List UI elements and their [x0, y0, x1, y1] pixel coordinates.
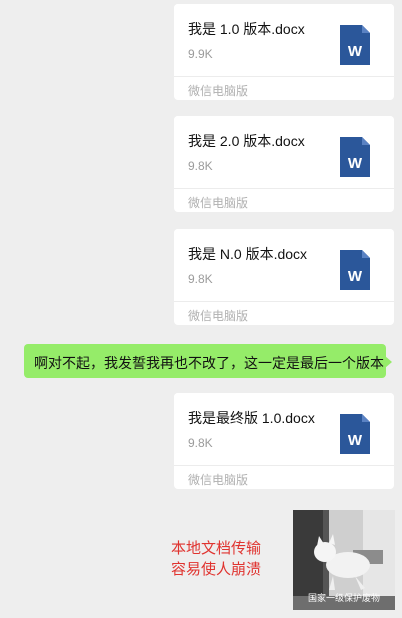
- caption-line-2: 容易使人崩溃: [170, 561, 261, 578]
- caption-line-1: 本地文档传输: [170, 540, 261, 557]
- divider: [174, 301, 394, 302]
- file-message[interactable]: 我是 1.0 版本.docx 9.9K W 微信电脑版: [174, 4, 394, 100]
- file-size: 9.8K: [188, 436, 213, 450]
- word-icon: W: [340, 137, 370, 177]
- file-name: 我是 1.0 版本.docx: [188, 21, 305, 37]
- file-source: 微信电脑版: [188, 309, 249, 323]
- text-message-bubble[interactable]: 啊对不起，我发誓我再也不改了，这一定是最后一个版本: [24, 344, 392, 378]
- svg-text:W: W: [348, 43, 363, 60]
- file-source: 微信电脑版: [188, 473, 249, 487]
- bubble-tail: [385, 356, 392, 368]
- file-source: 微信电脑版: [188, 196, 249, 210]
- file-name: 我是 N.0 版本.docx: [188, 246, 308, 262]
- word-icon: W: [340, 414, 370, 454]
- file-size: 9.8K: [188, 272, 213, 286]
- word-icon: W: [340, 250, 370, 290]
- file-message[interactable]: 我是 N.0 版本.docx 9.8K W 微信电脑版: [174, 229, 394, 325]
- divider: [174, 76, 394, 77]
- file-name: 我是最终版 1.0.docx: [188, 410, 315, 426]
- file-message[interactable]: 我是最终版 1.0.docx 9.8K W 微信电脑版: [174, 393, 394, 489]
- file-source: 微信电脑版: [188, 84, 249, 98]
- svg-text:W: W: [348, 155, 363, 172]
- file-size: 9.9K: [188, 47, 213, 61]
- divider: [174, 188, 394, 189]
- message-text: 啊对不起，我发誓我再也不改了，这一定是最后一个版本: [34, 355, 384, 371]
- file-size: 9.8K: [188, 159, 213, 173]
- file-message[interactable]: 我是 2.0 版本.docx 9.8K W 微信电脑版: [174, 116, 394, 212]
- caption: 本地文档传输 容易使人崩溃: [160, 538, 272, 580]
- svg-text:W: W: [348, 432, 363, 449]
- meme-watermark: 国家一级保护废物: [307, 593, 380, 603]
- word-icon: W: [340, 25, 370, 65]
- divider: [174, 465, 394, 466]
- svg-text:W: W: [348, 268, 363, 285]
- meme-image[interactable]: 国家一级保护废物: [293, 510, 395, 610]
- file-name: 我是 2.0 版本.docx: [188, 133, 305, 149]
